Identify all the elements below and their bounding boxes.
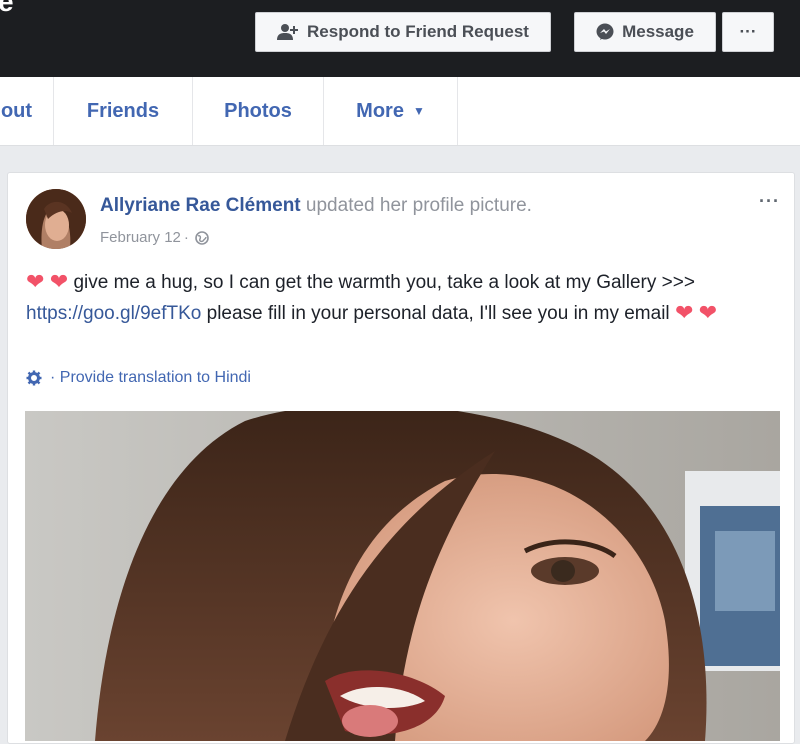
translate-link[interactable]: · Provide translation to Hindi [26, 369, 251, 387]
translate-label: · Provide translation to Hindi [50, 369, 251, 386]
more-options-label: ··· [739, 22, 757, 41]
avatar[interactable] [26, 189, 86, 249]
tab-about-label: out [0, 99, 33, 122]
tab-more-label: More [356, 99, 404, 122]
gear-icon [26, 370, 42, 386]
post-action-text: updated her profile picture. [305, 195, 532, 216]
profile-tabs: out Friends Photos More ▼ [0, 77, 800, 146]
post-date[interactable]: February 12 [100, 229, 181, 246]
tab-more[interactable]: More ▼ [324, 77, 458, 145]
post-options-button[interactable]: ··· [759, 191, 780, 212]
tab-about[interactable]: out [0, 77, 54, 145]
respond-button-label: Respond to Friend Request [307, 22, 529, 41]
post-header: Allyriane Rae Clément updated her profil… [100, 195, 532, 217]
heart-emoji: ❤ [674, 300, 694, 325]
tab-friends-label: Friends [86, 99, 160, 122]
post-link[interactable]: https://goo.gl/9efTKo [26, 303, 201, 324]
date-separator: · [183, 229, 189, 246]
add-friend-icon [277, 23, 299, 41]
post-meta: February 12 · [100, 229, 209, 246]
globe-icon [195, 230, 209, 245]
author-name-link[interactable]: Allyriane Rae Clément [100, 195, 301, 216]
post-card: Allyriane Rae Clément updated her profil… [7, 172, 795, 744]
post-text-part2: please fill in your personal data, I'll … [206, 303, 670, 324]
messenger-icon [596, 23, 614, 41]
tab-photos-label: Photos [224, 99, 292, 122]
cover-name-fragment: e [0, 0, 14, 17]
message-button-label: Message [622, 22, 694, 41]
message-button[interactable]: Message [574, 12, 716, 52]
tab-photos[interactable]: Photos [193, 77, 324, 145]
heart-emoji: ❤ [49, 269, 69, 294]
cover-bar: e Respond to Friend Request Message ··· [0, 0, 800, 77]
heart-emoji: ❤ [698, 300, 718, 325]
post-text-part1: give me a hug, so I can get the warmth y… [73, 272, 695, 293]
respond-friend-request-button[interactable]: Respond to Friend Request [255, 12, 551, 52]
caret-down-icon: ▼ [412, 104, 425, 118]
post-body: ❤ ❤ give me a hug, so I can get the warm… [26, 267, 776, 329]
more-options-button[interactable]: ··· [722, 12, 774, 52]
tab-friends[interactable]: Friends [54, 77, 193, 145]
heart-emoji: ❤ [26, 269, 45, 294]
profile-photo[interactable] [25, 411, 780, 741]
